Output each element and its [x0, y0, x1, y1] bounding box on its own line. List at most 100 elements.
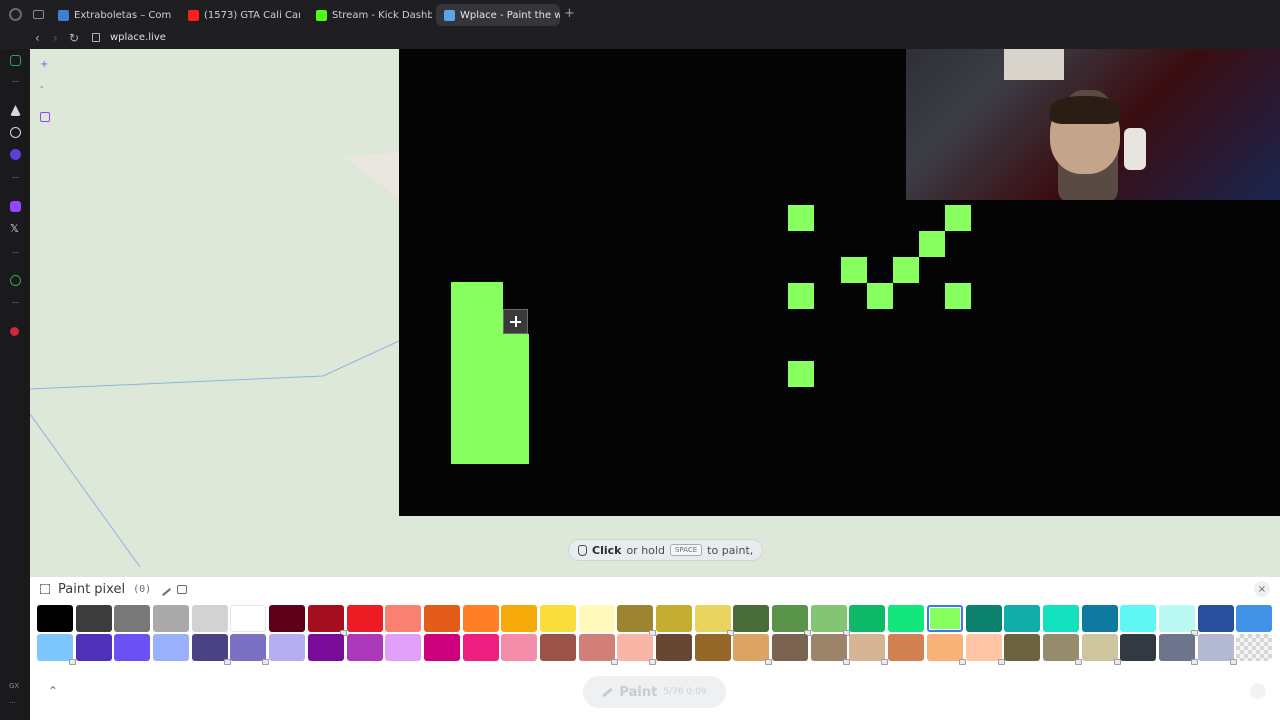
color-swatch[interactable]	[1004, 634, 1041, 661]
color-swatch[interactable]	[114, 634, 151, 661]
color-swatch[interactable]	[423, 634, 460, 661]
color-swatch[interactable]	[733, 605, 770, 632]
color-swatch[interactable]	[37, 634, 76, 665]
new-tab-button[interactable]: +	[564, 6, 575, 21]
color-swatch[interactable]	[1081, 605, 1118, 632]
color-swatch[interactable]	[656, 605, 692, 632]
color-swatch[interactable]	[230, 605, 267, 632]
gx-control-icon[interactable]	[10, 55, 21, 66]
sidebar-divider	[12, 302, 19, 303]
aria-icon[interactable]	[10, 105, 21, 116]
color-swatch[interactable]	[926, 634, 966, 665]
twitch-icon[interactable]	[10, 201, 21, 212]
color-swatch[interactable]	[153, 605, 190, 632]
color-swatch[interactable]	[539, 605, 576, 632]
record-icon[interactable]	[10, 327, 19, 336]
color-swatch[interactable]	[656, 634, 692, 661]
color-swatch[interactable]	[191, 634, 231, 665]
color-swatch[interactable]	[810, 605, 850, 636]
settings-gear-icon[interactable]	[10, 275, 21, 286]
color-swatch[interactable]	[37, 605, 73, 632]
opera-gx-icon[interactable]	[9, 8, 22, 21]
tab-wplace[interactable]: Wplace - Paint the wo	[436, 4, 560, 26]
twitch-link-icon[interactable]	[40, 112, 50, 122]
color-swatch[interactable]	[191, 605, 228, 632]
color-swatch[interactable]	[385, 605, 422, 632]
color-swatch[interactable]	[772, 605, 812, 636]
workspaces-icon[interactable]	[33, 10, 44, 19]
tab-extraboletas[interactable]: Extraboletas – Compra en	[50, 4, 172, 26]
color-swatch[interactable]	[733, 634, 773, 665]
color-swatch[interactable]	[578, 605, 615, 632]
color-swatch[interactable]	[153, 634, 190, 661]
color-swatch[interactable]	[965, 605, 1002, 632]
forward-button[interactable]: ›	[53, 31, 58, 45]
collapse-panel-button[interactable]: ⌃	[48, 684, 58, 698]
color-swatch[interactable]	[617, 634, 657, 665]
color-swatch[interactable]	[849, 605, 886, 632]
color-swatch[interactable]	[772, 634, 809, 661]
color-swatch[interactable]	[501, 634, 538, 661]
zoom-in-button[interactable]: +	[40, 59, 48, 70]
color-swatch[interactable]	[346, 605, 383, 632]
color-swatch[interactable]	[888, 634, 925, 661]
color-swatch[interactable]	[1197, 605, 1234, 632]
color-swatch[interactable]	[75, 634, 112, 661]
sidebar-divider	[12, 81, 19, 82]
url-field[interactable]: wplace.live	[110, 32, 166, 43]
browser-sidebar: 𝕏 GX ···	[0, 49, 30, 720]
color-swatch[interactable]	[423, 605, 460, 632]
color-swatch[interactable]	[462, 605, 499, 632]
eraser-button[interactable]	[1250, 683, 1266, 699]
color-swatch[interactable]	[230, 634, 270, 665]
close-panel-button[interactable]: ×	[1254, 581, 1270, 597]
color-swatch[interactable]	[578, 634, 618, 665]
x-twitter-icon[interactable]: 𝕏	[10, 223, 21, 234]
color-swatch[interactable]	[1042, 605, 1079, 632]
color-swatch[interactable]	[539, 634, 576, 661]
more-icon[interactable]: ···	[9, 699, 16, 707]
color-swatch[interactable]	[1197, 634, 1237, 665]
color-swatch[interactable]	[385, 634, 422, 661]
color-swatch[interactable]	[694, 634, 731, 661]
color-swatch[interactable]	[1236, 634, 1273, 661]
color-swatch[interactable]	[1120, 634, 1157, 661]
messenger-icon[interactable]	[10, 149, 21, 160]
color-swatch[interactable]	[617, 605, 657, 636]
color-swatch[interactable]	[501, 605, 538, 632]
color-swatch[interactable]	[307, 605, 347, 636]
zoom-out-button[interactable]: -	[40, 82, 44, 93]
color-swatch[interactable]	[346, 634, 383, 661]
color-swatch[interactable]	[307, 634, 344, 661]
paint-button[interactable]: Paint 5/76 0:09	[583, 676, 726, 708]
color-swatch[interactable]	[1004, 605, 1041, 632]
color-swatch[interactable]	[1236, 605, 1273, 632]
color-swatch[interactable]	[1120, 605, 1157, 632]
color-swatch[interactable]	[1158, 605, 1198, 636]
color-swatch[interactable]	[810, 634, 850, 665]
color-swatch[interactable]	[1081, 634, 1121, 665]
chatgpt-icon[interactable]	[10, 127, 21, 138]
lock-icon[interactable]	[92, 33, 100, 42]
color-swatch[interactable]	[888, 605, 925, 632]
color-swatch[interactable]	[75, 605, 112, 632]
palette-icon[interactable]	[177, 584, 188, 594]
tab-youtube-gta[interactable]: (1573) GTA Cali Cartel - E	[180, 4, 300, 26]
tab-kick-dashboard[interactable]: Stream - Kick Dashboard	[308, 4, 432, 26]
tab-title: (1573) GTA Cali Cartel - E	[204, 9, 300, 21]
color-swatch[interactable]	[269, 634, 306, 661]
back-button[interactable]: ‹	[35, 31, 40, 45]
pencil-icon[interactable]	[157, 581, 172, 597]
color-swatch[interactable]	[269, 605, 306, 632]
color-swatch[interactable]	[926, 605, 963, 632]
color-swatch[interactable]	[462, 634, 499, 661]
color-swatch[interactable]	[114, 605, 151, 632]
color-swatch[interactable]	[849, 634, 889, 665]
color-swatch[interactable]	[1042, 634, 1082, 665]
color-swatch[interactable]	[965, 634, 1005, 665]
fullscreen-icon[interactable]	[40, 584, 50, 594]
color-swatch[interactable]	[1158, 634, 1198, 665]
pixel-cursor[interactable]	[503, 309, 528, 334]
reload-button[interactable]: ↻	[69, 31, 79, 45]
color-swatch[interactable]	[694, 605, 734, 636]
